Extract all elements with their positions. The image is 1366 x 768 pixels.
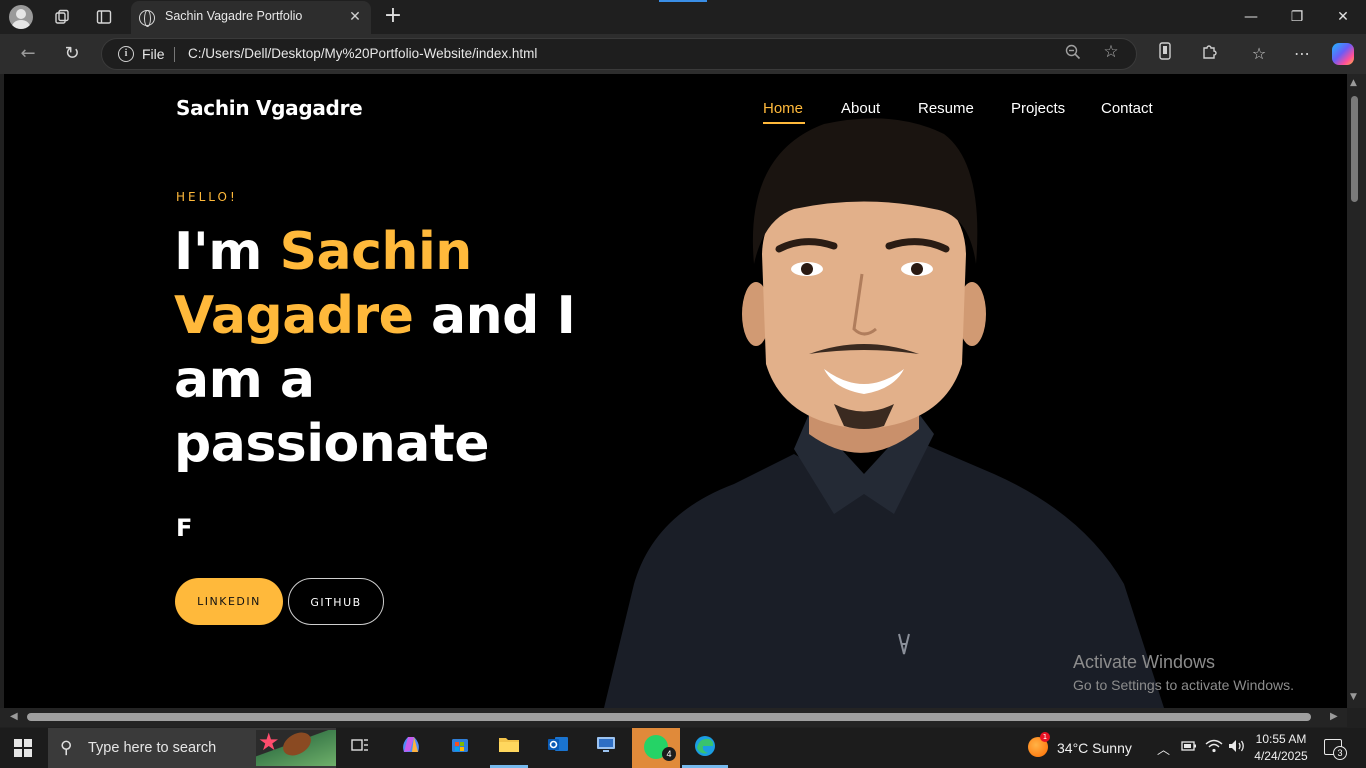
search-highlight-art-icon: ★ [256, 727, 336, 766]
copilot-icon[interactable] [1332, 43, 1354, 65]
url-text[interactable]: C:/Users/Dell/Desktop/My%20Portfolio-Web… [188, 46, 537, 61]
tab-accent-line [659, 0, 707, 2]
search-icon: ⚲ [60, 738, 73, 758]
edge-browser-icon[interactable] [691, 734, 719, 762]
browser-tab[interactable]: Sachin Vagadre Portfolio ✕ [131, 1, 371, 34]
zoom-icon[interactable] [1062, 44, 1084, 64]
clock-time: 10:55 AM [1255, 732, 1307, 746]
new-tab-button[interactable]: + [380, 4, 406, 30]
refresh-icon[interactable]: ↻ [58, 41, 86, 67]
scroll-down-icon[interactable]: ▼ [1350, 692, 1357, 702]
copilot-taskbar-icon[interactable] [397, 734, 425, 762]
windows-start-icon[interactable] [14, 739, 32, 757]
windows-taskbar: ⚲ Type here to search ★ 4 1 34°C Sunny ︿ [0, 727, 1366, 768]
address-bar[interactable]: i File C:/Users/Dell/Desktop/My%20Portfo… [101, 38, 1137, 70]
volume-icon[interactable] [1228, 739, 1246, 757]
tab-title: Sachin Vagadre Portfolio [165, 9, 303, 23]
back-arrow-icon[interactable]: ← [14, 41, 42, 67]
whatsapp-badge: 4 [662, 747, 676, 761]
hero-typed-text: F [176, 514, 193, 542]
browser-toolbar: ← ↻ i File C:/Users/Dell/Desktop/My%20Po… [0, 34, 1366, 74]
weather-badge: 1 [1040, 732, 1050, 742]
extensions-icon[interactable] [1197, 42, 1223, 66]
notification-badge: 3 [1333, 746, 1347, 760]
hero-headline: I'm Sachin Vagadre and I am a passionate [174, 220, 604, 476]
profile-portrait [564, 114, 1204, 708]
profile-avatar-icon[interactable] [9, 5, 33, 29]
close-window-icon[interactable]: ✕ [1323, 5, 1363, 29]
whatsapp-taskbar-button[interactable]: 4 [632, 728, 680, 768]
file-explorer-icon[interactable] [495, 734, 523, 762]
favorites-icon[interactable]: ☆ [1246, 42, 1272, 66]
restore-icon[interactable]: ❐ [1277, 5, 1317, 29]
scroll-left-icon[interactable]: ◀ [10, 711, 18, 722]
tab-actions-icon[interactable] [91, 5, 117, 29]
remote-desktop-icon[interactable] [592, 734, 620, 762]
horizontal-scrollbar[interactable]: ◀ ▶ [0, 708, 1347, 727]
vertical-scroll-thumb[interactable] [1351, 96, 1358, 202]
favorite-star-icon[interactable]: ☆ [1100, 42, 1122, 64]
task-view-icon[interactable] [346, 734, 374, 762]
site-logo[interactable]: Sachin Vgagadre [176, 96, 363, 120]
taskbar-search-box[interactable]: ⚲ Type here to search ★ [48, 727, 336, 768]
scroll-right-icon[interactable]: ▶ [1330, 711, 1338, 722]
clock-date: 4/24/2025 [1254, 749, 1308, 763]
activate-windows-subtitle: Go to Settings to activate Windows. [1073, 677, 1294, 693]
show-hidden-icons-chevron-icon[interactable]: ︿ [1157, 739, 1170, 758]
activate-windows-title: Activate Windows [1073, 652, 1216, 672]
outlook-icon[interactable] [544, 734, 572, 762]
close-tab-icon[interactable]: ✕ [345, 7, 365, 27]
workspaces-icon[interactable] [49, 5, 75, 29]
scroll-up-icon[interactable]: ▲ [1350, 78, 1357, 88]
wifi-icon[interactable] [1205, 739, 1223, 757]
linkedin-button[interactable]: LINKEDIN [175, 578, 283, 625]
search-placeholder: Type here to search [88, 740, 217, 756]
microsoft-store-icon[interactable] [446, 734, 474, 762]
page-viewport: Sachin Vgagadre Home About Resume Projec… [4, 74, 1347, 708]
system-clock[interactable]: 10:55 AM 4/24/2025 [1252, 731, 1310, 765]
hero-intro-prefix: I'm [174, 222, 280, 282]
weather-text[interactable]: 34°C Sunny [1057, 740, 1132, 756]
horizontal-scroll-thumb[interactable] [27, 713, 1311, 721]
football-art-icon [279, 727, 315, 761]
site-info-icon[interactable]: i [118, 46, 134, 62]
phone-icon[interactable] [1152, 42, 1178, 66]
github-button[interactable]: GITHUB [288, 578, 384, 625]
file-label: File [142, 46, 165, 62]
more-menu-icon[interactable]: ⋯ [1289, 42, 1315, 66]
battery-icon[interactable] [1181, 739, 1197, 757]
address-separator [174, 47, 175, 62]
minimize-icon[interactable]: — [1231, 5, 1271, 29]
globe-icon [139, 10, 155, 27]
vertical-scrollbar[interactable]: ▲ ▼ [1347, 74, 1366, 708]
star-art-icon: ★ [258, 728, 280, 756]
browser-tab-bar: Sachin Vagadre Portfolio ✕ + — ❐ ✕ [0, 0, 1366, 34]
hero-greeting: HELLO! [176, 190, 238, 204]
